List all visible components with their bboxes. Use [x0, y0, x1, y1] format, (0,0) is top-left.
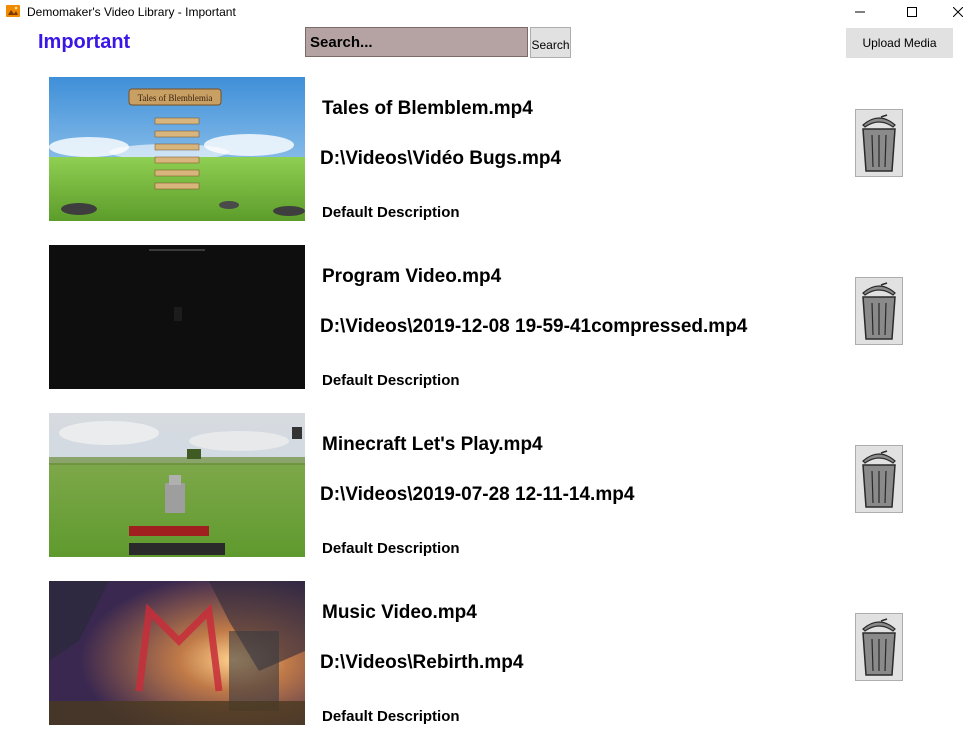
close-button[interactable] [935, 0, 975, 24]
minimize-icon [855, 11, 865, 13]
search-input[interactable] [305, 27, 528, 57]
app-window: Demomaker's Video Library - Important Im… [0, 0, 975, 747]
delete-button[interactable] [855, 277, 903, 345]
delete-button[interactable] [855, 445, 903, 513]
video-path: D:\Videos\2019-12-08 19-59-41compressed.… [320, 316, 748, 337]
trash-icon [862, 618, 896, 676]
video-thumbnail[interactable] [49, 581, 305, 725]
maximize-button[interactable] [889, 0, 935, 24]
video-path: D:\Videos\Rebirth.mp4 [320, 652, 524, 673]
video-name: Program Video.mp4 [322, 266, 502, 287]
video-description: Default Description [322, 708, 460, 725]
window-title: Demomaker's Video Library - Important [27, 5, 236, 19]
delete-button[interactable] [855, 109, 903, 177]
trash-icon [862, 282, 896, 340]
page-title: Important [38, 31, 131, 53]
video-item: Minecraft Let's Play.mp4 D:\Videos\2019-… [0, 413, 975, 581]
video-thumbnail[interactable]: Tales of Blemblemia [49, 77, 305, 221]
video-path: D:\Videos\Vidéo Bugs.mp4 [320, 148, 562, 169]
search-button[interactable]: Search [530, 27, 571, 58]
video-thumbnail[interactable] [49, 413, 305, 557]
video-item: Program Video.mp4 D:\Videos\2019-12-08 1… [0, 245, 975, 413]
maximize-icon [907, 7, 917, 17]
trash-icon [862, 450, 896, 508]
video-thumbnail[interactable] [49, 245, 305, 389]
upload-media-button[interactable]: Upload Media [846, 28, 953, 58]
video-description: Default Description [322, 540, 460, 557]
video-name: Music Video.mp4 [322, 602, 477, 623]
video-description: Default Description [322, 372, 460, 389]
video-item: Music Video.mp4 D:\Videos\Rebirth.mp4 De… [0, 581, 975, 747]
video-name: Tales of Blemblem.mp4 [322, 98, 533, 119]
video-path: D:\Videos\2019-07-28 12-11-14.mp4 [320, 484, 635, 505]
photo-app-icon [6, 4, 20, 18]
video-name: Minecraft Let's Play.mp4 [322, 434, 543, 455]
video-item: Tales of Blemblemia Tales of Blemblem.mp… [0, 77, 975, 245]
minimize-button[interactable] [837, 0, 883, 24]
thumbnail-game-title: Tales of Blemblemia [138, 93, 213, 103]
close-icon [953, 7, 963, 17]
title-bar: Demomaker's Video Library - Important [0, 0, 975, 24]
video-description: Default Description [322, 204, 460, 221]
delete-button[interactable] [855, 613, 903, 681]
trash-icon [862, 114, 896, 172]
